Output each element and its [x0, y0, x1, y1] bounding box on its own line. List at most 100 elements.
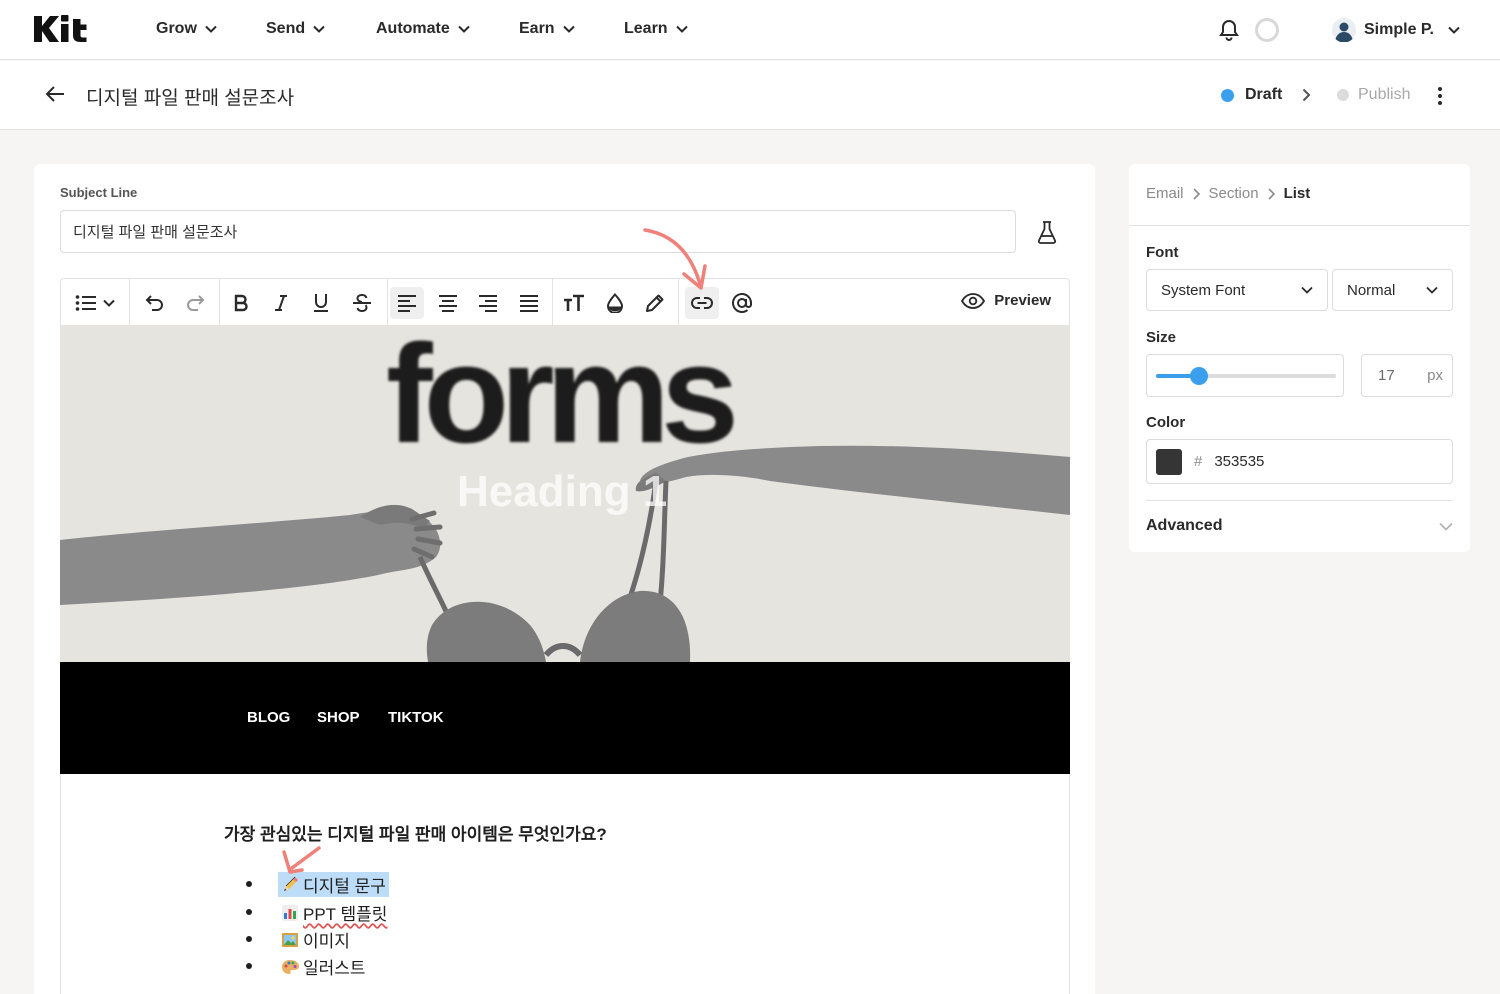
pencil-icon — [646, 294, 664, 312]
bar-chart-emoji-icon — [282, 904, 298, 921]
user-name: Simple P. — [1364, 21, 1434, 38]
chevron-right-icon — [1267, 187, 1275, 200]
color-swatch[interactable] — [1156, 448, 1182, 475]
underline-button[interactable] — [304, 287, 338, 319]
chevron-down-icon — [205, 25, 217, 33]
advanced-section-toggle[interactable]: Advanced — [1146, 517, 1453, 535]
kit-logo[interactable] — [34, 15, 94, 43]
loading-ring-icon — [1255, 18, 1279, 42]
list-style-button[interactable] — [69, 287, 121, 319]
list-item-text: 디지털 문구 — [303, 877, 386, 896]
align-right-button[interactable] — [471, 287, 505, 319]
page-title: 디지털 파일 판매 설문조사 — [86, 88, 295, 109]
broadcast-title-bar: 디지털 파일 판매 설문조사 Draft Publish — [0, 61, 1500, 130]
color-drop-icon — [606, 293, 624, 313]
email-nav-link-blog[interactable]: BLOG — [247, 709, 290, 726]
bullet — [246, 881, 252, 887]
email-body[interactable]: 가장 관심있는 디지털 파일 판매 아이템은 무엇인가요? 디지털 문구 PPT… — [60, 774, 1070, 994]
publish-label: Publish — [1358, 86, 1411, 103]
nav-learn[interactable]: Learn — [624, 20, 688, 38]
font-family-select[interactable]: System Font — [1146, 269, 1328, 311]
list-item-selected-text: 디지털 문구 — [278, 872, 389, 897]
more-options-icon[interactable] — [1437, 86, 1443, 106]
bold-button[interactable] — [224, 287, 258, 319]
undo-button[interactable] — [138, 287, 172, 319]
advanced-label: Advanced — [1146, 517, 1223, 534]
align-center-icon — [439, 295, 457, 312]
link-icon — [691, 297, 713, 309]
undo-icon — [145, 295, 163, 311]
italic-button[interactable] — [264, 287, 298, 319]
align-center-button[interactable] — [431, 287, 465, 319]
hero-image[interactable]: forms Heading 1 — [60, 325, 1070, 662]
preview-button[interactable]: Preview — [961, 292, 1051, 309]
size-value: 17 — [1378, 367, 1395, 384]
nav-grow-label: Grow — [156, 20, 197, 37]
nav-earn[interactable]: Earn — [519, 20, 575, 38]
color-hex-value: 353535 — [1214, 453, 1265, 470]
draft-step[interactable]: Draft — [1221, 86, 1282, 104]
nav-automate[interactable]: Automate — [376, 20, 470, 38]
bullet — [246, 936, 252, 942]
color-input[interactable]: # 353535 — [1146, 439, 1453, 484]
pencil-emoji-icon — [284, 876, 298, 891]
list-item-text: PPT 템플릿 — [303, 900, 387, 925]
align-left-button[interactable] — [390, 287, 424, 319]
palette-emoji-icon — [282, 959, 299, 974]
hero-heading-text: Heading 1 — [457, 467, 668, 516]
align-left-icon — [398, 295, 416, 312]
chevron-right-icon — [1302, 88, 1311, 102]
size-input[interactable]: 17 px — [1361, 354, 1453, 397]
back-arrow-icon[interactable] — [44, 84, 66, 104]
size-unit: px — [1427, 367, 1443, 384]
font-weight-select[interactable]: Normal — [1332, 269, 1453, 311]
color-label: Color — [1146, 414, 1186, 431]
list-item-text: 일러스트 — [303, 959, 366, 978]
chevron-right-icon — [1192, 187, 1200, 200]
publish-step[interactable]: Publish — [1337, 86, 1410, 104]
list-item-body: 일러스트 — [278, 954, 369, 979]
flask-icon[interactable] — [1036, 220, 1058, 244]
nav-send[interactable]: Send — [266, 20, 325, 38]
size-slider[interactable] — [1146, 354, 1344, 397]
question-heading: 가장 관심있는 디지털 파일 판매 아이템은 무엇인가요? — [224, 825, 607, 844]
redo-icon — [187, 295, 205, 311]
bell-icon[interactable] — [1219, 19, 1239, 41]
mention-button[interactable] — [725, 287, 759, 319]
align-right-icon — [479, 295, 497, 312]
highlight-button[interactable] — [638, 287, 672, 319]
chevron-down-icon — [1448, 26, 1460, 34]
list-item-text-value: PPT 템플릿 — [303, 905, 388, 924]
redo-button[interactable] — [178, 287, 212, 319]
preview-label: Preview — [994, 292, 1051, 309]
breadcrumb-section[interactable]: Section — [1209, 185, 1259, 202]
list-item-body: PPT 템플릿 — [278, 900, 390, 925]
email-nav-link-shop[interactable]: SHOP — [317, 709, 360, 726]
bullet-list-icon — [75, 295, 96, 311]
font-size-button[interactable] — [557, 287, 591, 319]
breadcrumb-email[interactable]: Email — [1146, 185, 1184, 202]
font-label: Font — [1146, 244, 1179, 261]
bullet — [246, 963, 252, 969]
nav-grow[interactable]: Grow — [156, 20, 217, 38]
draft-label: Draft — [1245, 86, 1283, 103]
block-settings-panel: Email Section List Font System Font Norm… — [1129, 164, 1470, 552]
chevron-down-icon — [103, 299, 115, 307]
avatar — [1332, 18, 1356, 42]
nav-automate-label: Automate — [376, 20, 450, 37]
chevron-down-icon — [562, 25, 575, 33]
insert-link-button[interactable] — [685, 287, 719, 319]
strikethrough-button[interactable] — [345, 287, 379, 319]
email-nav-link-tiktok[interactable]: TIKTOK — [388, 709, 444, 726]
font-weight-value: Normal — [1347, 281, 1396, 299]
chevron-down-icon — [675, 25, 688, 33]
list-item-text: 이미지 — [303, 932, 350, 951]
breadcrumb: Email Section List — [1146, 185, 1310, 202]
size-slider-thumb[interactable] — [1190, 367, 1209, 385]
chevron-down-icon — [313, 25, 325, 33]
subject-line-input[interactable] — [60, 210, 1016, 253]
user-menu[interactable]: Simple P. — [1332, 18, 1460, 42]
align-justify-button[interactable] — [512, 287, 546, 319]
size-slider-track — [1156, 367, 1336, 385]
text-color-button[interactable] — [598, 287, 632, 319]
